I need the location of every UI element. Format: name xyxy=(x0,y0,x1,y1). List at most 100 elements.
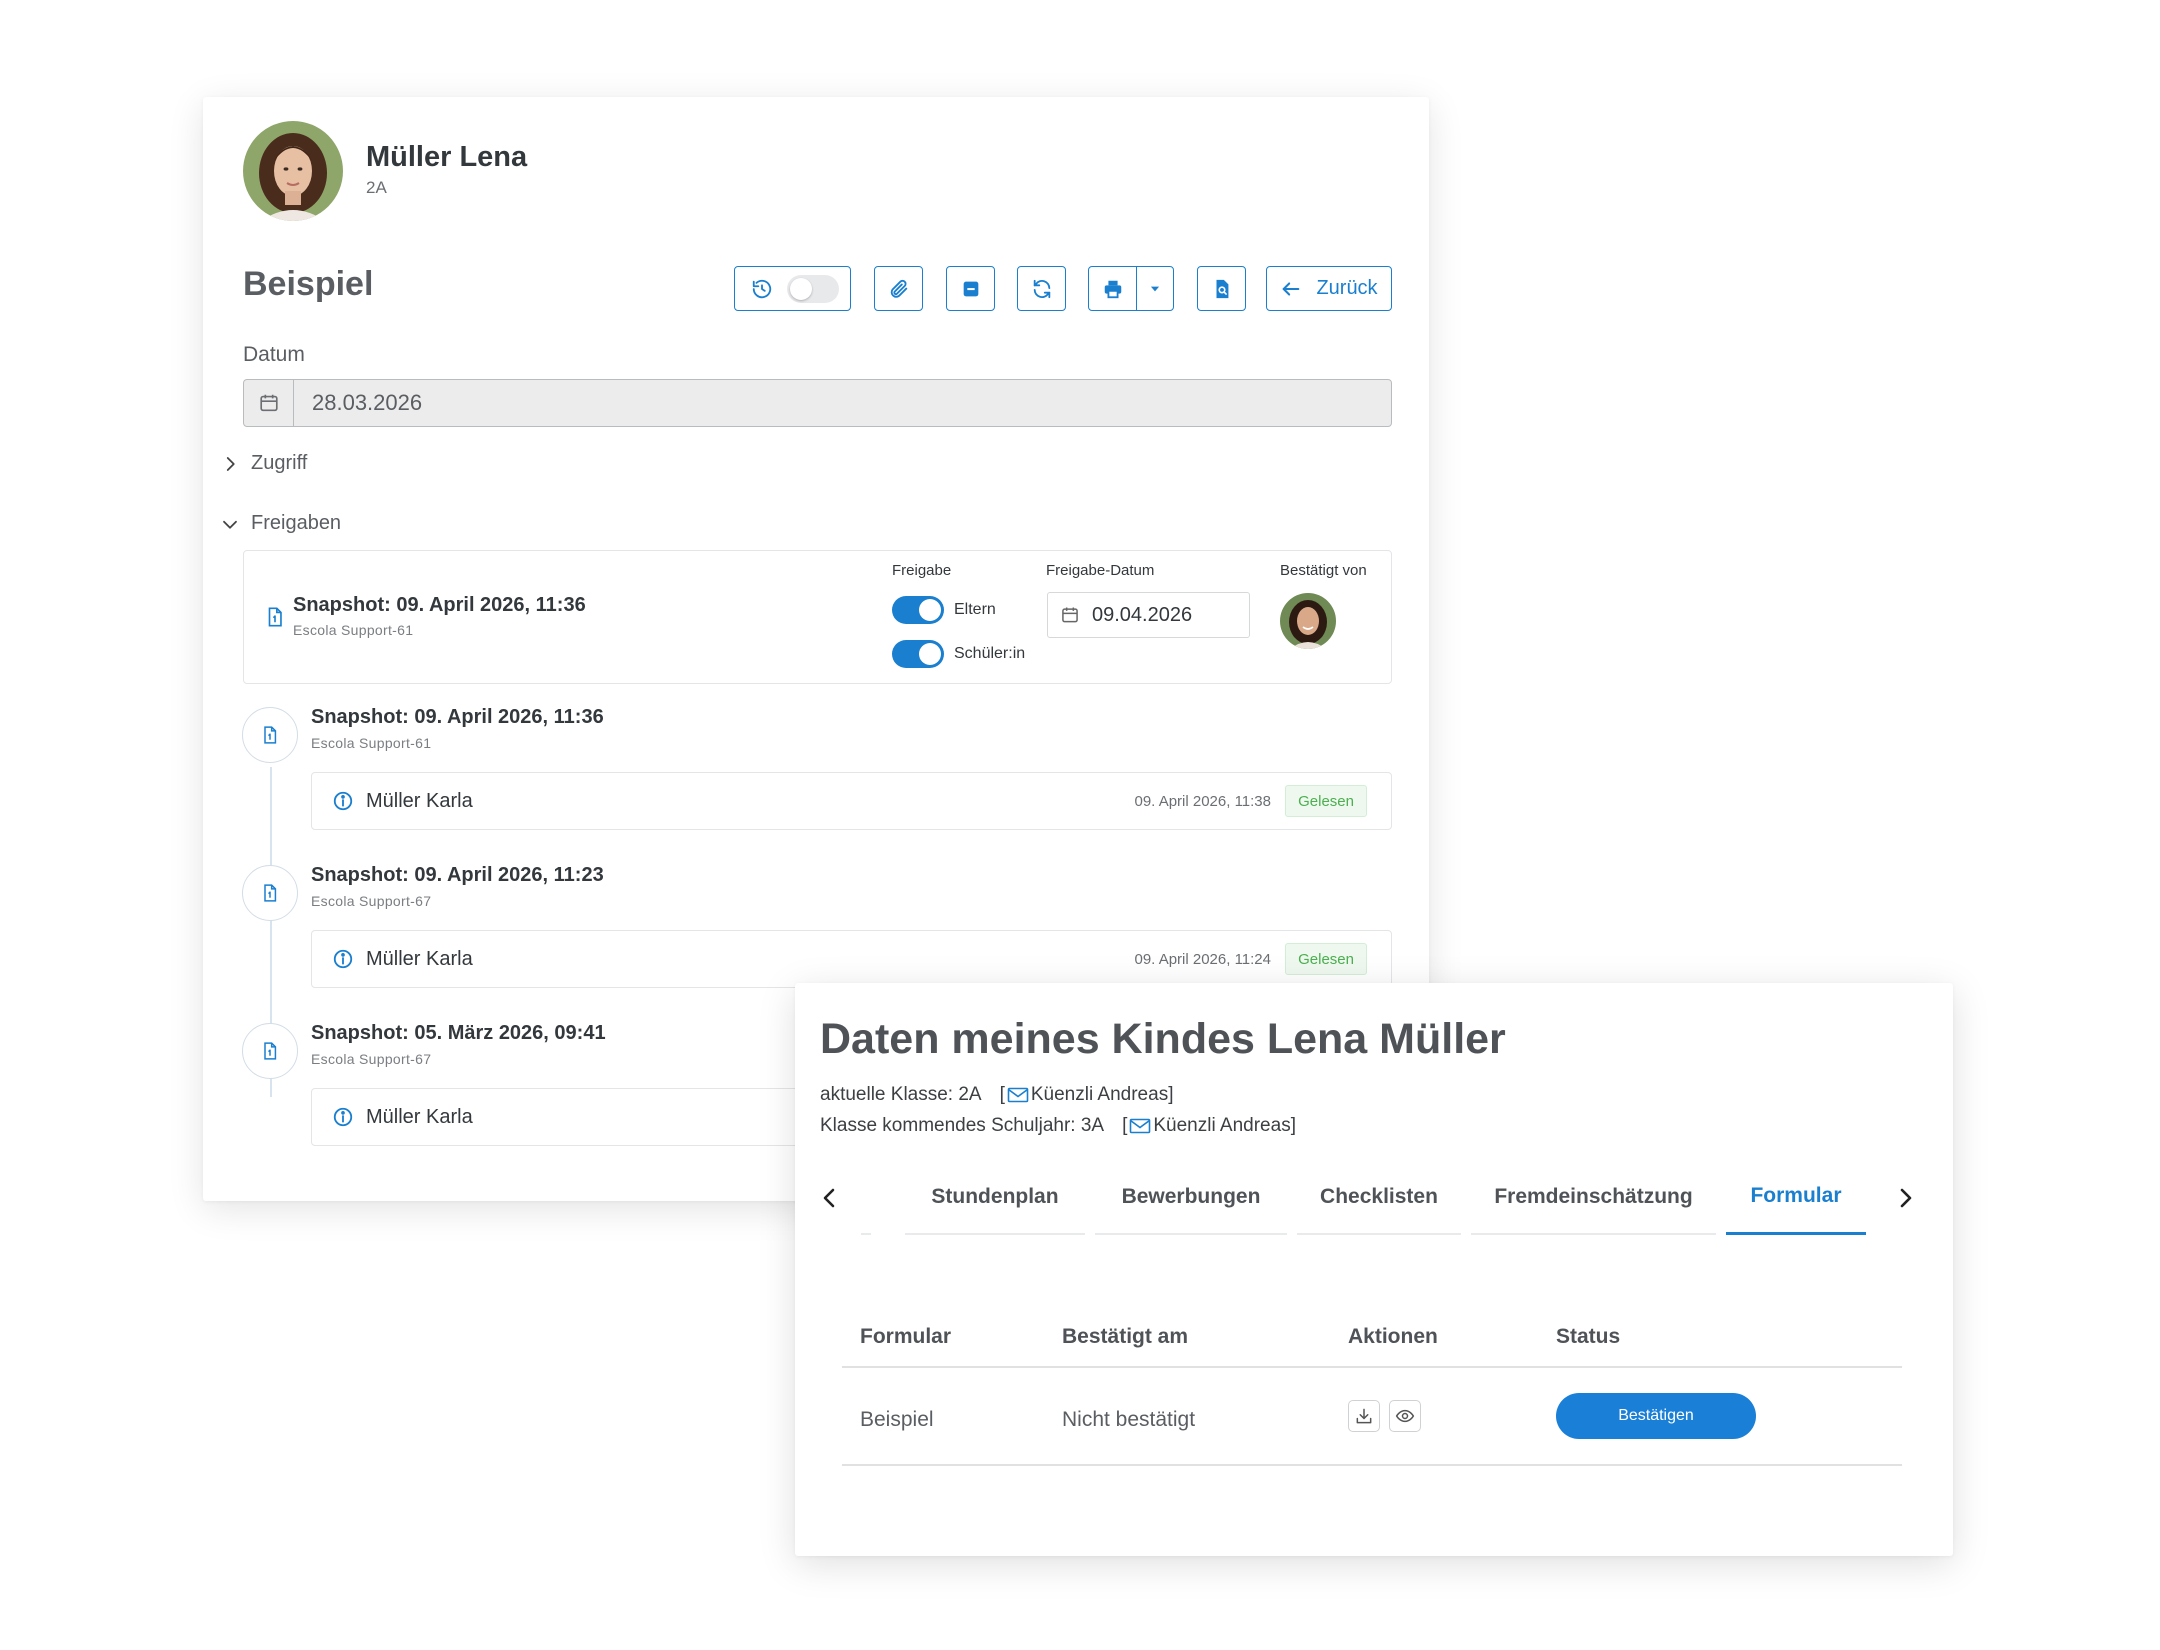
release-panel: Snapshot: 09. April 2026, 11:36 Escola S… xyxy=(243,550,1392,684)
table-header-status: Status xyxy=(1556,1325,1621,1348)
confirmed-by-avatar xyxy=(1280,593,1336,649)
info-icon xyxy=(333,1107,353,1127)
reader-name: Müller Karla xyxy=(366,789,473,812)
tab-bewerbungen[interactable]: Bewerbungen xyxy=(1095,1160,1287,1235)
timeline-snapshot-user: Escola Support-61 xyxy=(311,735,432,751)
date-field[interactable]: 28.03.2026 xyxy=(243,379,1392,427)
info-icon xyxy=(333,949,353,969)
teacher-next-mail-link[interactable]: [ Küenzli Andreas] xyxy=(1122,1115,1296,1137)
parent-portal-panel: Daten meines Kindes Lena Müller aktuelle… xyxy=(795,983,1953,1556)
tabs-scroll-left-button[interactable] xyxy=(815,1178,845,1218)
current-class-info: aktuelle Klasse: 2A [ Küenzli Andreas] xyxy=(820,1084,1173,1106)
tab-checklisten[interactable]: Checklisten xyxy=(1297,1160,1461,1235)
parents-toggle-switch[interactable] xyxy=(892,596,944,624)
history-toggle-button[interactable] xyxy=(734,266,851,311)
table-divider xyxy=(842,1464,1902,1466)
printer-icon xyxy=(1104,280,1122,298)
timeline-snapshot-user: Escola Support-67 xyxy=(311,893,432,909)
refresh-icon xyxy=(1033,279,1050,298)
document-icon xyxy=(264,1042,277,1060)
confirm-button[interactable]: Bestätigen xyxy=(1556,1393,1756,1439)
timeline-node xyxy=(242,707,298,763)
releases-section-toggle[interactable]: Freigaben xyxy=(221,512,341,535)
bracket: [ xyxy=(1122,1115,1128,1136)
timeline-snapshot-title: Snapshot: 09. April 2026, 11:23 xyxy=(311,864,604,886)
student-toggle-label: Schüler:in xyxy=(954,645,1026,662)
document-icon xyxy=(268,607,282,627)
table-header-form: Formular xyxy=(860,1325,952,1348)
release-date-value: 09.04.2026 xyxy=(1092,603,1193,626)
read-status-badge: Gelesen xyxy=(1285,785,1367,817)
tab-overflow-hint xyxy=(861,1160,871,1235)
view-button[interactable] xyxy=(1389,1400,1421,1432)
access-section-label: Zugriff xyxy=(251,452,308,474)
preview-file-button[interactable] xyxy=(1197,266,1246,311)
reader-name: Müller Karla xyxy=(366,947,473,970)
release-date-field[interactable]: 09.04.2026 xyxy=(1047,592,1250,638)
mail-icon xyxy=(1007,1087,1029,1103)
mail-icon xyxy=(1130,1118,1151,1134)
student-class: 2A xyxy=(366,178,387,197)
remove-button[interactable] xyxy=(946,266,995,311)
file-search-icon xyxy=(1216,279,1228,298)
table-cell-form: Beispiel xyxy=(860,1408,934,1431)
print-options-dropdown[interactable] xyxy=(1136,266,1174,311)
download-icon xyxy=(1356,1408,1372,1424)
tab-stundenplan[interactable]: Stundenplan xyxy=(905,1160,1085,1235)
attachment-button[interactable] xyxy=(874,266,923,311)
parent-view-title: Daten meines Kindes Lena Müller xyxy=(820,1015,1506,1063)
releases-section-label: Freigaben xyxy=(251,512,342,534)
teacher-current-name: Küenzli Andreas] xyxy=(1030,1084,1174,1105)
date-value: 28.03.2026 xyxy=(312,390,423,415)
next-class-text: Klasse kommendes Schuljahr: 3A xyxy=(820,1115,1105,1136)
timeline-snapshot-title: Snapshot: 09. April 2026, 11:36 xyxy=(311,706,604,728)
timeline-snapshot-title: Snapshot: 05. März 2026, 09:41 xyxy=(311,1022,606,1044)
arrow-left-icon xyxy=(1283,281,1300,296)
read-receipt-row: Müller Karla 09. April 2026, 11:38 Geles… xyxy=(311,772,1392,830)
document-icon xyxy=(264,884,277,902)
access-section-toggle[interactable]: Zugriff xyxy=(221,452,307,475)
chevron-right-icon xyxy=(1900,1188,1912,1208)
back-button[interactable]: Zurück xyxy=(1266,266,1392,311)
table-divider xyxy=(842,1366,1902,1368)
eye-icon xyxy=(1395,1409,1415,1423)
release-snapshot-user: Escola Support-61 xyxy=(293,622,414,638)
read-receipt-row: Müller Karla 09. April 2026, 11:24 Geles… xyxy=(311,930,1392,988)
history-toggle-switch[interactable] xyxy=(787,274,839,303)
teacher-current-mail-link[interactable]: [ Küenzli Andreas] xyxy=(1000,1084,1174,1106)
parents-toggle-label: Eltern xyxy=(954,601,996,618)
timeline-snapshot-user: Escola Support-67 xyxy=(311,1051,432,1067)
student-name: Müller Lena xyxy=(366,141,528,173)
parents-release-toggle[interactable]: Eltern xyxy=(892,596,996,624)
teacher-next-name: Küenzli Andreas] xyxy=(1153,1115,1296,1136)
caret-down-icon xyxy=(1150,286,1160,291)
chevron-down-icon xyxy=(223,520,237,529)
student-toggle-switch[interactable] xyxy=(892,640,944,668)
read-time: 09. April 2026, 11:24 xyxy=(1134,950,1272,968)
student-release-toggle[interactable]: Schüler:in xyxy=(892,640,1025,668)
refresh-button[interactable] xyxy=(1017,266,1066,311)
tab-fremdeinschaetzung[interactable]: Fremdeinschätzung xyxy=(1471,1160,1716,1235)
page-title: Beispiel xyxy=(243,265,374,303)
minus-square-icon xyxy=(963,281,978,296)
tab-formular[interactable]: Formular xyxy=(1726,1160,1866,1235)
date-label: Datum xyxy=(243,343,305,366)
print-button[interactable] xyxy=(1088,266,1138,311)
tabs-scroll-right-button[interactable] xyxy=(1890,1178,1920,1218)
timeline-node xyxy=(242,1023,298,1079)
reader-name: Müller Karla xyxy=(366,1105,473,1128)
confirmed-by-column-header: Bestätigt von xyxy=(1280,562,1367,579)
calendar-icon xyxy=(1062,607,1078,623)
table-cell-confirmed: Nicht bestätigt xyxy=(1062,1408,1196,1431)
info-icon xyxy=(333,791,353,811)
read-status-badge: Gelesen xyxy=(1285,943,1367,975)
chevron-left-icon xyxy=(823,1188,835,1208)
bracket: [ xyxy=(999,1084,1005,1105)
download-button[interactable] xyxy=(1348,1400,1380,1432)
release-date-column-header: Freigabe-Datum xyxy=(1046,562,1155,579)
table-header-confirmed: Bestätigt am xyxy=(1062,1325,1189,1348)
release-column-header: Freigabe xyxy=(892,562,952,579)
history-icon xyxy=(752,279,772,298)
back-button-label: Zurück xyxy=(1316,277,1378,299)
next-class-info: Klasse kommendes Schuljahr: 3A [ Küenzli… xyxy=(820,1115,1296,1137)
